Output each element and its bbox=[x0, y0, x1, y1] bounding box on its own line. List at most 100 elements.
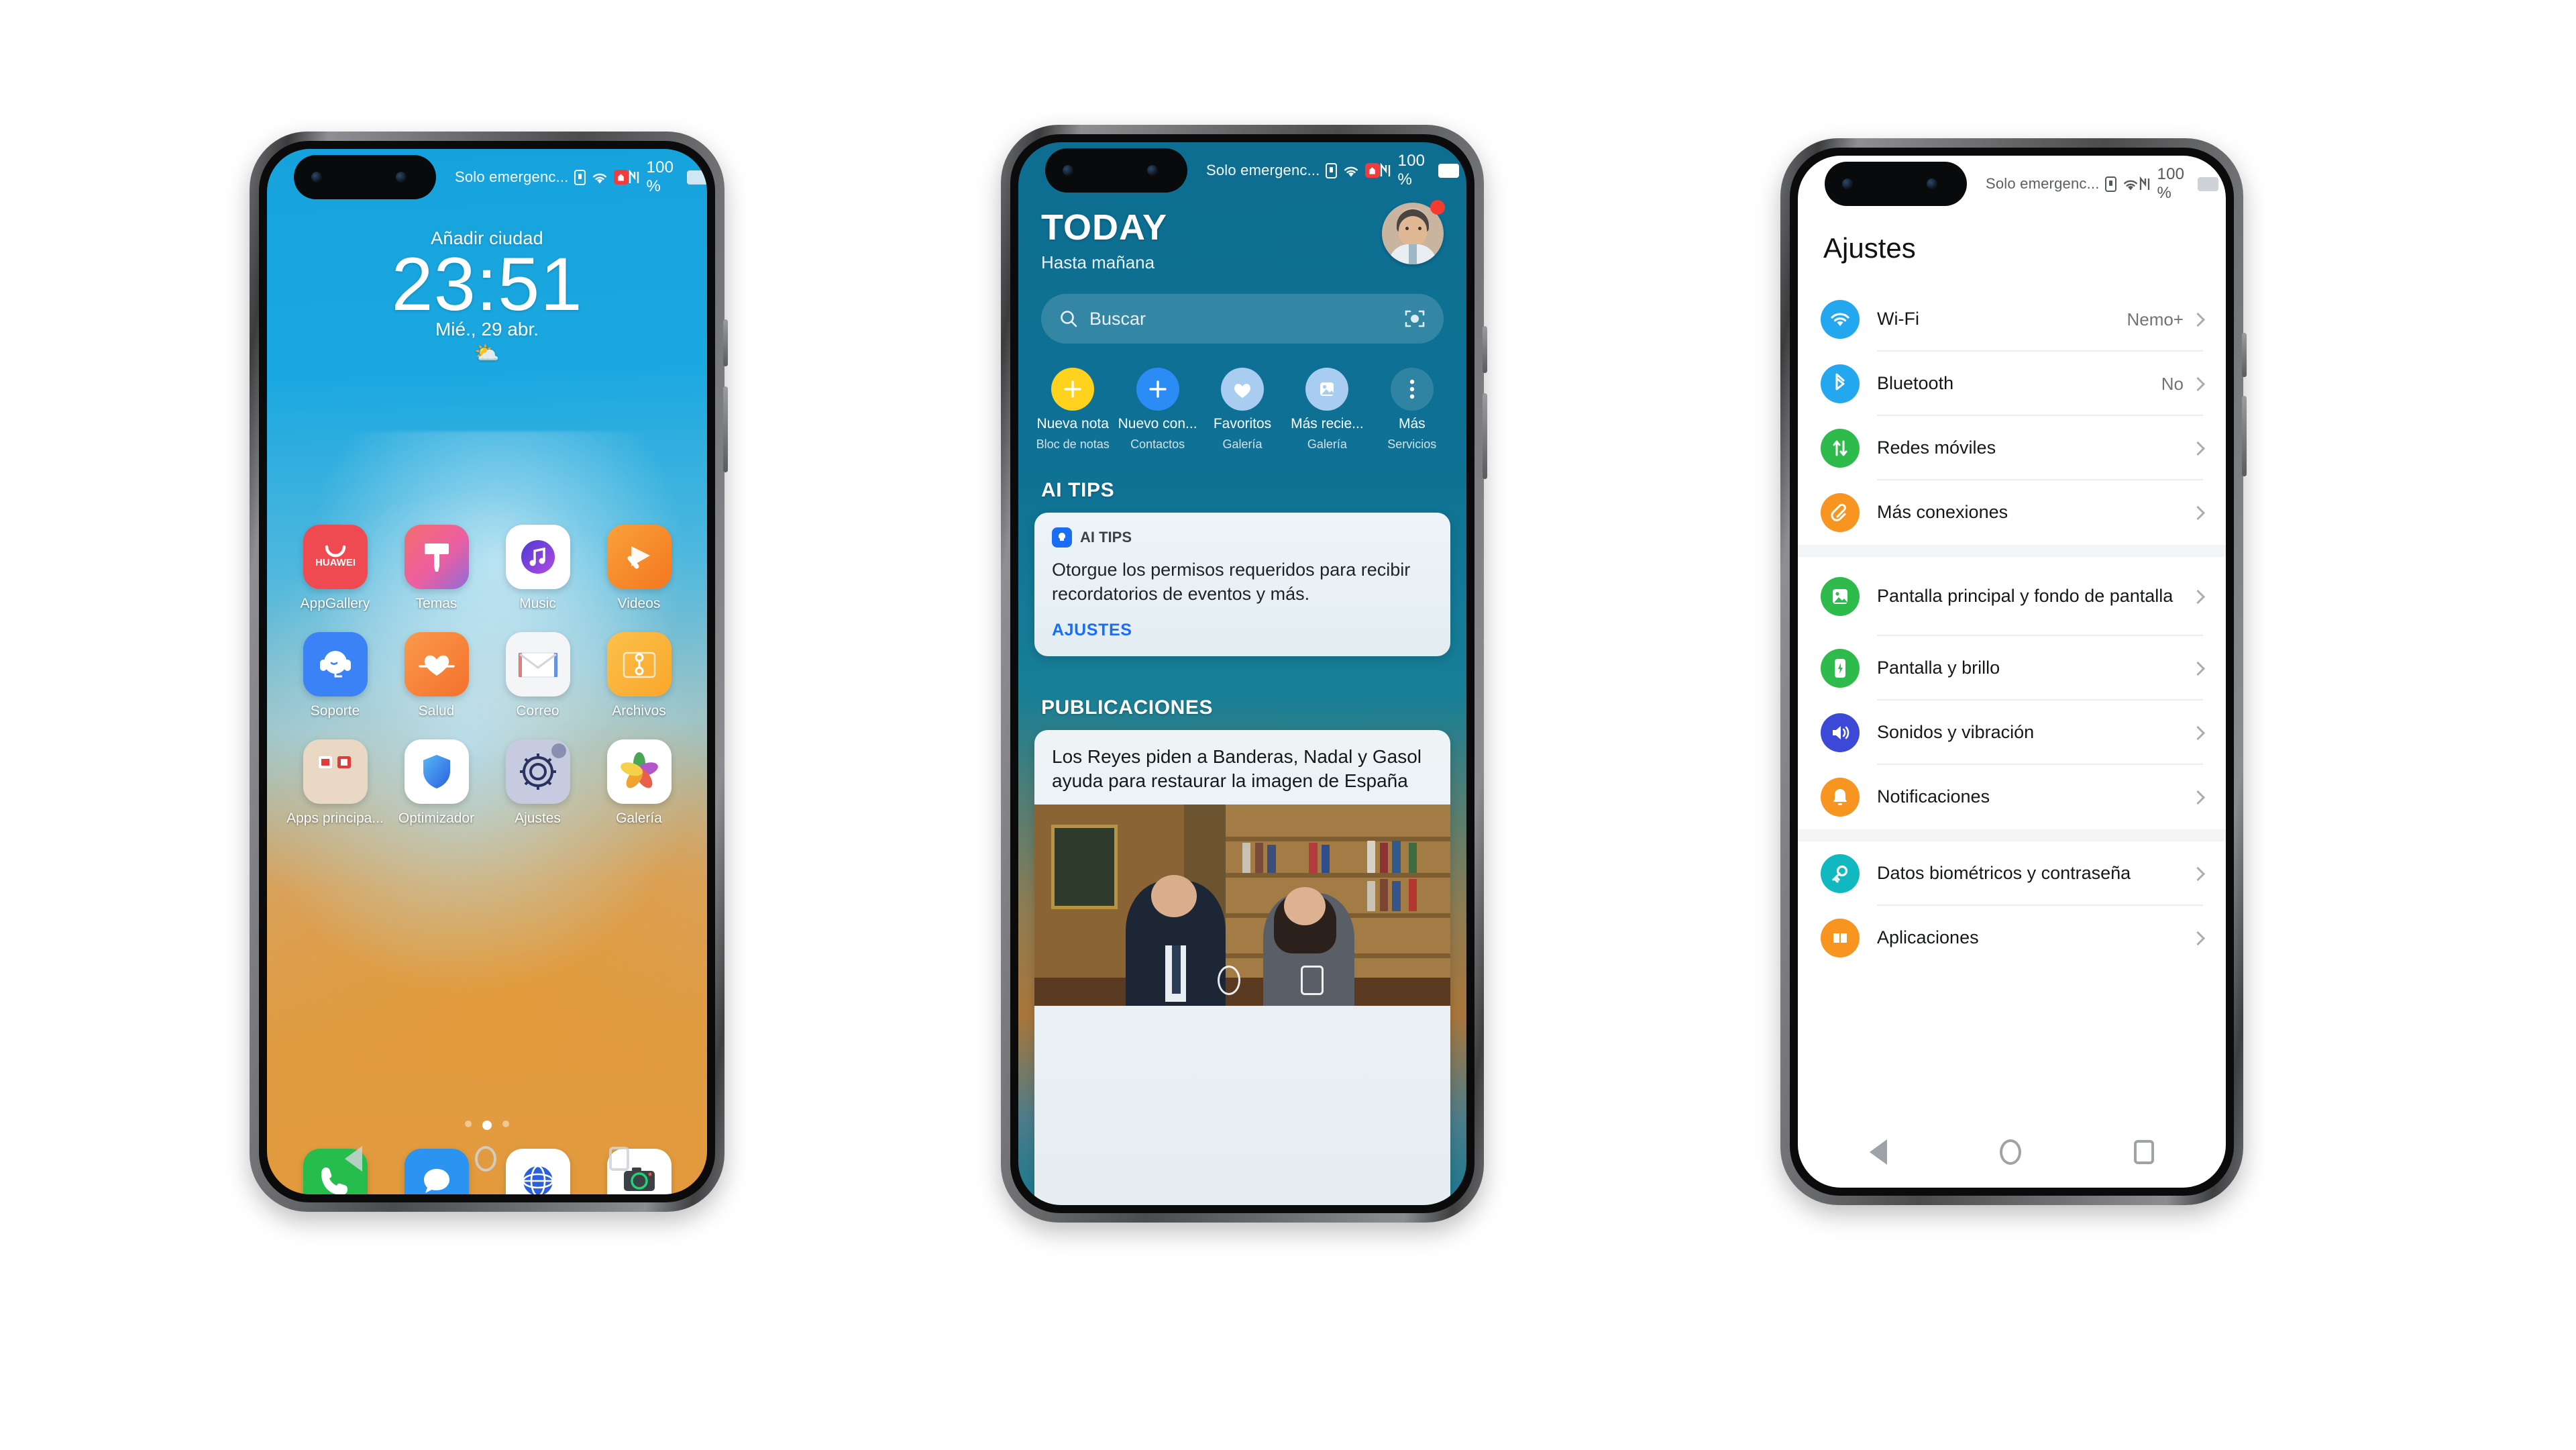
settings-group: Wi-Fi Nemo+ Bluetooth No Redes móviles M… bbox=[1798, 287, 2226, 545]
news-card[interactable]: Los Reyes piden a Banderas, Nadal y Gaso… bbox=[1034, 730, 1450, 1205]
app-folder-principal[interactable]: Apps principa... bbox=[284, 739, 386, 827]
shortcut-title: Más recie... bbox=[1291, 416, 1364, 431]
home-icon[interactable] bbox=[2000, 1139, 2021, 1165]
shortcut-title: Más bbox=[1398, 416, 1426, 431]
settings-row-label: Aplicaciones bbox=[1877, 927, 1979, 948]
chevron-right-icon bbox=[2190, 866, 2206, 881]
chevron-right-icon bbox=[2190, 725, 2206, 740]
settings-list[interactable]: Wi-Fi Nemo+ Bluetooth No Redes móviles M… bbox=[1798, 287, 2226, 1123]
mail-icon bbox=[505, 632, 570, 696]
sound-icon bbox=[1821, 713, 1860, 752]
front-camera-cutout bbox=[1825, 162, 1967, 206]
home-icon[interactable] bbox=[475, 1146, 496, 1172]
more-dots-icon bbox=[1390, 368, 1434, 411]
phone1-bezel: Solo emergenc... 100 % Añadir ciudad 23:… bbox=[259, 141, 715, 1202]
shortcut-mas-recientes[interactable]: Más recie... Galería bbox=[1285, 368, 1369, 452]
settings-row-redes-moviles[interactable]: Redes móviles bbox=[1798, 416, 2226, 480]
power-button[interactable] bbox=[723, 319, 728, 366]
front-camera-cutout bbox=[294, 155, 436, 199]
page-dot[interactable] bbox=[502, 1121, 509, 1127]
battery-icon bbox=[686, 170, 707, 185]
app-label: Ajustes bbox=[515, 811, 561, 826]
settings-row-label: Wi-Fi bbox=[1877, 309, 1919, 329]
app-galeria[interactable]: Galería bbox=[588, 739, 690, 827]
shortcut-title: Nuevo con... bbox=[1118, 416, 1197, 431]
app-music[interactable]: Music bbox=[487, 525, 588, 612]
volume-button[interactable] bbox=[723, 386, 728, 472]
recents-icon[interactable] bbox=[2134, 1140, 2154, 1164]
page-title: Ajustes bbox=[1823, 232, 1916, 264]
back-icon[interactable] bbox=[1870, 1139, 1887, 1165]
nfc-icon bbox=[1380, 163, 1392, 178]
ai-tips-action-link[interactable]: AJUSTES bbox=[1034, 606, 1450, 656]
app-label: Music bbox=[519, 596, 556, 611]
volume-button[interactable] bbox=[2242, 396, 2247, 476]
bluetooth-icon bbox=[1821, 364, 1860, 403]
carrier-label: Solo emergenc... bbox=[1206, 162, 1320, 178]
page-dot[interactable] bbox=[465, 1121, 472, 1127]
settings-row-bluetooth[interactable]: Bluetooth No bbox=[1798, 352, 2226, 416]
phone-device-settings: Solo emergenc... 100 % Ajustes Wi-Fi Nem… bbox=[1780, 138, 2247, 1205]
app-temas[interactable]: Temas bbox=[386, 525, 487, 612]
recents-icon[interactable] bbox=[609, 1147, 629, 1171]
power-button[interactable] bbox=[1483, 326, 1487, 373]
app-archivos[interactable]: Archivos bbox=[588, 632, 690, 719]
shortcut-app: Servicios bbox=[1387, 437, 1437, 451]
notification-dot bbox=[1430, 200, 1445, 215]
back-icon[interactable] bbox=[345, 1146, 362, 1172]
screenshot-canvas: Solo emergenc... 100 % Añadir ciudad 23:… bbox=[0, 0, 2576, 1450]
group-divider bbox=[1798, 545, 2226, 557]
media-fullscreen-icon[interactable] bbox=[1300, 965, 1324, 995]
app-soporte[interactable]: Soporte bbox=[284, 632, 386, 719]
scan-icon[interactable] bbox=[1403, 307, 1426, 330]
carrier-label: Solo emergenc... bbox=[455, 168, 569, 185]
battery-percent-label: 100 % bbox=[1397, 152, 1426, 189]
media-prev-icon[interactable] bbox=[1217, 965, 1240, 995]
app-optimizador[interactable]: Optimizador bbox=[386, 739, 487, 827]
plus-icon bbox=[1136, 368, 1179, 411]
settings-row-aplicaciones[interactable]: Aplicaciones bbox=[1798, 906, 2226, 970]
app-ajustes[interactable]: Ajustes bbox=[487, 739, 588, 827]
settings-row-mas-conexiones[interactable]: Más conexiones bbox=[1798, 480, 2226, 545]
alarm-icon bbox=[613, 170, 629, 185]
settings-icon bbox=[505, 739, 570, 804]
app-label: Galería bbox=[616, 811, 662, 826]
page-dot-active[interactable] bbox=[482, 1121, 492, 1130]
phone3-status-bar: Solo emergenc... 100 % bbox=[1798, 156, 2226, 212]
app-label: Salud bbox=[418, 703, 455, 719]
chevron-right-icon bbox=[2190, 931, 2206, 945]
phone1-screen: Solo emergenc... 100 % Añadir ciudad 23:… bbox=[267, 149, 707, 1194]
search-input[interactable]: Buscar bbox=[1041, 294, 1444, 344]
power-button[interactable] bbox=[2242, 333, 2247, 377]
settings-row-notificaciones[interactable]: Notificaciones bbox=[1798, 765, 2226, 829]
app-appgallery[interactable]: HUAWEI AppGallery bbox=[284, 525, 386, 612]
ai-tips-source: AI TIPS bbox=[1080, 529, 1132, 546]
settings-row-label: Redes móviles bbox=[1877, 437, 1996, 458]
settings-row-sonidos[interactable]: Sonidos y vibración bbox=[1798, 701, 2226, 765]
wifi-icon bbox=[1342, 164, 1360, 178]
ai-tips-card[interactable]: AI TIPS Otorgue los permisos requeridos … bbox=[1034, 513, 1450, 657]
clock-widget[interactable]: Añadir ciudad 23:51 Mié., 29 abr. ⛅ bbox=[267, 228, 707, 365]
quick-shortcuts: Nueva nota Bloc de notas Nuevo con... Co… bbox=[1018, 368, 1466, 452]
app-label: Optimizador bbox=[398, 811, 475, 826]
phone-device-home: Solo emergenc... 100 % Añadir ciudad 23:… bbox=[250, 132, 728, 1212]
shortcut-nuevo-contacto[interactable]: Nuevo con... Contactos bbox=[1115, 368, 1199, 452]
shortcut-favoritos[interactable]: Favoritos Galería bbox=[1200, 368, 1285, 452]
svg-text:HUAWEI: HUAWEI bbox=[315, 557, 356, 568]
settings-row-pantalla-principal[interactable]: Pantalla principal y fondo de pantalla bbox=[1798, 557, 2226, 636]
carrier-label: Solo emergenc... bbox=[1986, 175, 2100, 192]
app-label: Soporte bbox=[310, 703, 360, 719]
shortcut-mas[interactable]: Más Servicios bbox=[1370, 368, 1454, 452]
app-correo[interactable]: Correo bbox=[487, 632, 588, 719]
group-divider bbox=[1798, 829, 2226, 841]
shortcut-nueva-nota[interactable]: Nueva nota Bloc de notas bbox=[1030, 368, 1115, 452]
settings-row-wifi[interactable]: Wi-Fi Nemo+ bbox=[1798, 287, 2226, 352]
settings-row-pantalla-brillo[interactable]: Pantalla y brillo bbox=[1798, 636, 2226, 701]
app-salud[interactable]: Salud bbox=[386, 632, 487, 719]
app-videos[interactable]: Videos bbox=[588, 525, 690, 612]
section-heading-publicaciones: PUBLICACIONES bbox=[1041, 696, 1214, 719]
settings-row-biometricos[interactable]: Datos biométricos y contraseña bbox=[1798, 841, 2226, 906]
volume-button[interactable] bbox=[1483, 393, 1487, 479]
news-headline: Los Reyes piden a Banderas, Nadal y Gaso… bbox=[1052, 746, 1421, 792]
settings-row-label: Notificaciones bbox=[1877, 786, 1990, 807]
